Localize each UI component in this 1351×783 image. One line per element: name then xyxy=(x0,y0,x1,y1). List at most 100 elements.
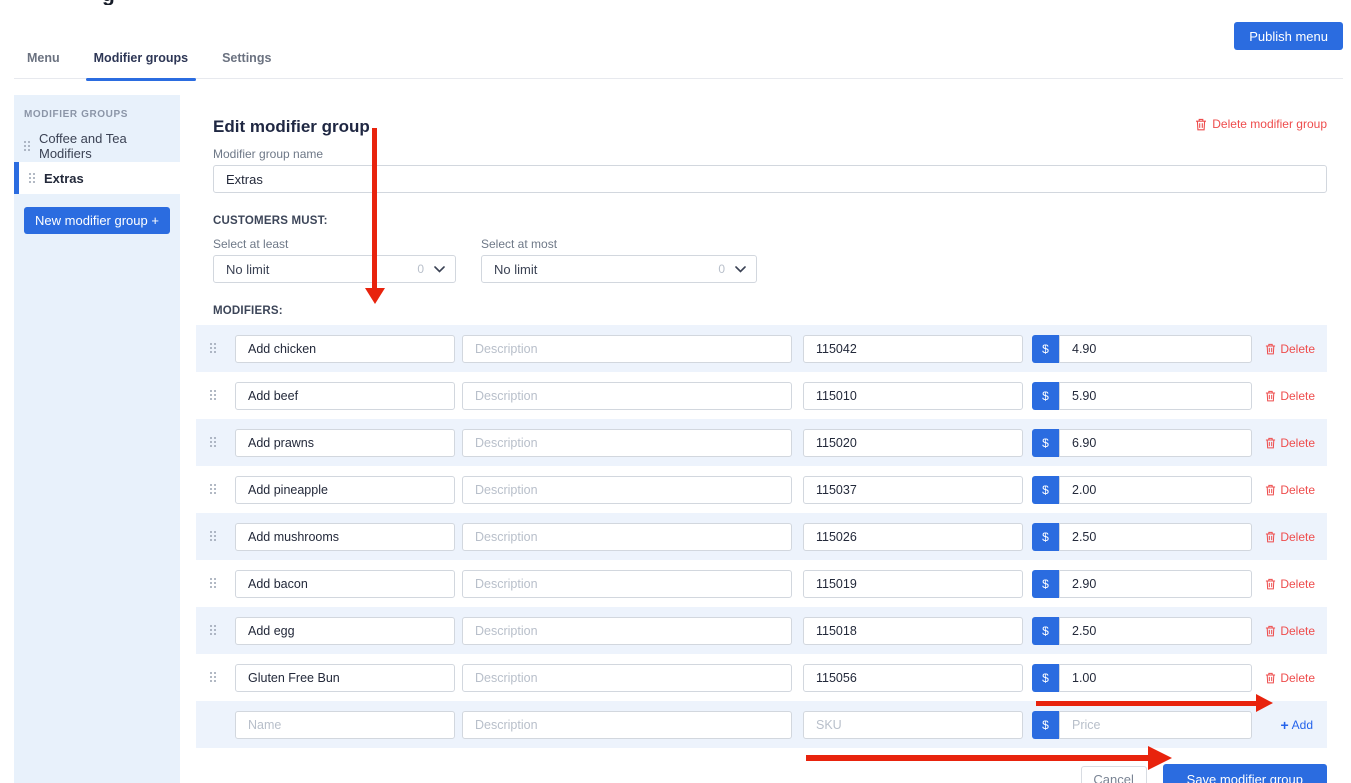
modifier-sku-input[interactable] xyxy=(803,382,1023,410)
modifier-sku-input[interactable] xyxy=(803,570,1023,598)
cancel-button[interactable]: Cancel xyxy=(1081,766,1147,783)
sidebar-item-label: Extras xyxy=(44,171,84,186)
modifier-name-input[interactable] xyxy=(235,617,455,645)
modifier-description-input[interactable] xyxy=(462,476,792,504)
drag-handle-icon[interactable] xyxy=(24,141,31,152)
sidebar-item-coffee-and-tea-modifiers[interactable]: Coffee and Tea Modifiers xyxy=(14,130,180,162)
currency-prefix: $ xyxy=(1032,617,1059,645)
trash-icon xyxy=(1265,343,1276,355)
modifier-price-input[interactable] xyxy=(1059,382,1252,410)
drag-handle-icon[interactable] xyxy=(210,531,217,542)
delete-modifier-link[interactable]: Delete xyxy=(1265,342,1315,356)
new-modifier-description-input[interactable] xyxy=(462,711,792,739)
select-at-most-count: 0 xyxy=(718,262,725,276)
drag-handle-icon[interactable] xyxy=(210,672,217,683)
drag-handle-icon[interactable] xyxy=(210,484,217,495)
modifier-row: $ Delete xyxy=(196,466,1327,513)
modifier-row: $ Delete xyxy=(196,560,1327,607)
modifier-name-input[interactable] xyxy=(235,335,455,363)
modifier-description-input[interactable] xyxy=(462,382,792,410)
trash-icon xyxy=(1265,578,1276,590)
modifier-description-input[interactable] xyxy=(462,335,792,363)
modifier-price-input[interactable] xyxy=(1059,664,1252,692)
modifier-name-input[interactable] xyxy=(235,523,455,551)
tab-settings[interactable]: Settings xyxy=(214,51,279,79)
modifier-description-input[interactable] xyxy=(462,570,792,598)
modifier-price-input[interactable] xyxy=(1059,617,1252,645)
modifier-groups-sidebar: MODIFIER GROUPS Coffee and Tea Modifiers… xyxy=(14,95,180,783)
modifier-row: $ Delete xyxy=(196,607,1327,654)
select-at-least-dropdown[interactable]: No limit 0 xyxy=(213,255,456,283)
trash-icon xyxy=(1265,531,1276,543)
currency-prefix: $ xyxy=(1032,570,1059,598)
new-modifier-group-button[interactable]: New modifier group + xyxy=(24,207,170,234)
tab-bar: Menu Modifier groups Settings xyxy=(14,51,1343,79)
modifier-description-input[interactable] xyxy=(462,617,792,645)
modifier-row: $ Delete xyxy=(196,325,1327,372)
drag-handle-icon[interactable] xyxy=(210,437,217,448)
modifiers-label: MODIFIERS: xyxy=(213,305,1327,317)
modifier-row: $ Delete xyxy=(196,372,1327,419)
modifier-sku-input[interactable] xyxy=(803,617,1023,645)
trash-icon xyxy=(1265,390,1276,402)
currency-prefix: $ xyxy=(1032,335,1059,363)
currency-prefix: $ xyxy=(1032,711,1059,739)
modifier-name-input[interactable] xyxy=(235,570,455,598)
modifier-price-input[interactable] xyxy=(1059,570,1252,598)
tab-modifier-groups[interactable]: Modifier groups xyxy=(86,51,196,79)
new-modifier-sku-input[interactable] xyxy=(803,711,1023,739)
page-title: Edit modifier group xyxy=(213,117,370,137)
modifier-name-input[interactable] xyxy=(235,664,455,692)
modifier-row: $ Delete xyxy=(196,419,1327,466)
modifier-price-input[interactable] xyxy=(1059,476,1252,504)
modifier-name-input[interactable] xyxy=(235,476,455,504)
select-at-least-label: Select at least xyxy=(213,237,456,251)
new-modifier-name-input[interactable] xyxy=(235,711,455,739)
new-modifier-price-input[interactable] xyxy=(1059,711,1252,739)
trash-icon xyxy=(1265,672,1276,684)
delete-modifier-group-link[interactable]: Delete modifier group xyxy=(1195,117,1327,131)
modifier-row: $ Delete xyxy=(196,513,1327,560)
chevron-down-icon xyxy=(434,266,445,273)
modifier-price-input[interactable] xyxy=(1059,335,1252,363)
modifier-name-input[interactable] xyxy=(235,429,455,457)
delete-modifier-link[interactable]: Delete xyxy=(1265,389,1315,403)
modifier-sku-input[interactable] xyxy=(803,429,1023,457)
delete-modifier-link[interactable]: Delete xyxy=(1265,530,1315,544)
sidebar-item-extras[interactable]: Extras xyxy=(14,162,180,194)
add-modifier-link[interactable]: + Add xyxy=(1280,717,1313,733)
save-modifier-group-button[interactable]: Save modifier group xyxy=(1163,764,1327,783)
delete-modifier-link[interactable]: Delete xyxy=(1265,436,1315,450)
sidebar-section-title: MODIFIER GROUPS xyxy=(14,95,180,130)
modifier-group-name-label: Modifier group name xyxy=(213,147,1327,161)
drag-handle-icon[interactable] xyxy=(210,390,217,401)
modifier-name-input[interactable] xyxy=(235,382,455,410)
modifier-description-input[interactable] xyxy=(462,523,792,551)
delete-modifier-link[interactable]: Delete xyxy=(1265,671,1315,685)
modifier-sku-input[interactable] xyxy=(803,476,1023,504)
drag-handle-icon[interactable] xyxy=(210,578,217,589)
new-modifier-row: $ + Add xyxy=(196,701,1327,748)
drag-handle-icon[interactable] xyxy=(210,343,217,354)
select-at-most-dropdown[interactable]: No limit 0 xyxy=(481,255,757,283)
sidebar-item-label: Coffee and Tea Modifiers xyxy=(39,131,180,161)
modifier-price-input[interactable] xyxy=(1059,523,1252,551)
select-at-least-value: No limit xyxy=(226,262,417,277)
delete-modifier-link[interactable]: Delete xyxy=(1265,483,1315,497)
modifier-description-input[interactable] xyxy=(462,429,792,457)
modifier-sku-input[interactable] xyxy=(803,523,1023,551)
modifier-row: $ Delete xyxy=(196,654,1327,701)
customers-must-label: CUSTOMERS MUST: xyxy=(213,215,1327,227)
trash-icon xyxy=(1265,625,1276,637)
drag-handle-icon[interactable] xyxy=(210,625,217,636)
modifier-description-input[interactable] xyxy=(462,664,792,692)
modifier-sku-input[interactable] xyxy=(803,335,1023,363)
modifier-price-input[interactable] xyxy=(1059,429,1252,457)
delete-modifier-link[interactable]: Delete xyxy=(1265,577,1315,591)
tab-menu[interactable]: Menu xyxy=(19,51,68,79)
drag-handle-icon[interactable] xyxy=(29,173,36,184)
modifier-group-name-input[interactable] xyxy=(213,165,1327,193)
delete-modifier-link[interactable]: Delete xyxy=(1265,624,1315,638)
publish-menu-button[interactable]: Publish menu xyxy=(1234,22,1343,50)
modifier-sku-input[interactable] xyxy=(803,664,1023,692)
